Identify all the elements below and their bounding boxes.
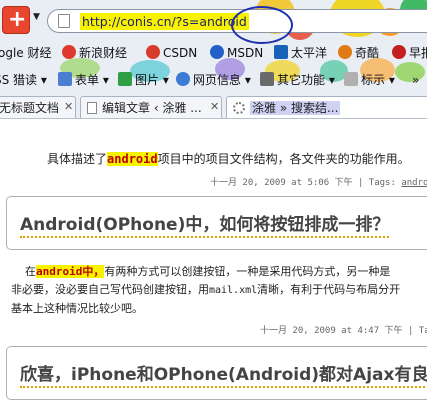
zaobao-icon [392,45,406,59]
search-keyword-highlight: android中， [36,265,105,278]
tab-bar: 无标题文档 ✕ 编辑文章 ‹ 涂雅 ... ✕ 涂雅 » 搜索结... [0,96,427,118]
page-content: 具体描述了android项目中的项目文件结构，各文件夹的功能作用。 十一月 20… [0,118,427,405]
tab-close-icon[interactable]: ✕ [210,100,219,113]
bookmarks-bar: ogle 财经 新浪财经 CSDN MSDN 太平洋 奇酷 早报 [0,43,427,63]
post-excerpt: 具体描述了android项目中的项目文件结构，各文件夹的功能作用。 [47,152,410,166]
post-meta: 十一月 20, 2009 at 4:47 下午 | Tags: [260,326,427,336]
new-tab-button[interactable]: + [2,6,30,34]
url-text[interactable]: http://conis.cn/?s=android [80,13,249,30]
loading-icon [233,102,245,114]
bookmark-msdn[interactable]: MSDN [210,43,263,63]
menu-images[interactable]: 图片 ▾ [118,70,169,90]
tag-link[interactable]: android, [401,178,427,188]
csdn-icon [146,45,160,59]
tab-edit-post[interactable]: 编辑文章 ‹ 涂雅 ... [80,96,222,118]
sina-icon [62,45,76,59]
image-icon [118,72,132,86]
post-meta: 十一月 20, 2009 at 5:06 下午 | Tags: android, [210,175,427,188]
bookmark-sina-finance[interactable]: 新浪财经 [62,43,127,63]
pconline-icon [274,45,288,59]
post-title-link[interactable]: Android(OPhone)中，如何将按钮排成一排？ [20,210,390,238]
search-keyword-highlight: android [107,152,158,166]
menu-page-info[interactable]: 网页信息 ▾ [176,70,251,90]
mark-icon [344,72,358,86]
document-icon [87,102,97,114]
post-card: 欣喜，iPhone和OPhone(Android)都对Ajax有良好 [6,346,427,400]
overflow-chevron-icon[interactable]: » [412,70,419,90]
tools-icon [260,72,274,86]
bookmark-pconline[interactable]: 太平洋 [274,43,327,63]
browser-toolbar: + ▼ http://conis.cn/?s=android ogle 财经 新… [0,0,427,118]
info-icon [176,72,190,86]
bookmark-zaobao[interactable]: 早报 [392,43,427,63]
bookmark-google-finance[interactable]: ogle 财经 [0,43,52,63]
msdn-icon [210,45,224,59]
qiku-icon [338,45,352,59]
page-icon [58,14,70,28]
tools-bar: SS 猎读 ▾ 表单 ▾ 图片 ▾ 网页信息 ▾ 其它功能 ▾ 标示 ▾ » [0,70,427,90]
form-icon [58,72,72,86]
address-bar[interactable]: http://conis.cn/?s=android [47,6,427,44]
post-title-link[interactable]: 欣喜，iPhone和OPhone(Android)都对Ajax有良好 [20,360,427,388]
tab-search-results[interactable]: 涂雅 » 搜索结... [226,96,427,118]
bookmark-qiku[interactable]: 奇酷 [338,43,379,63]
chevron-down-icon[interactable]: ▼ [33,12,40,22]
menu-forms[interactable]: 表单 ▾ [58,70,109,90]
bookmark-csdn[interactable]: CSDN [146,43,197,63]
address-row: + ▼ http://conis.cn/?s=android [0,6,427,44]
post-excerpt: 在android中，有两种方式可以创建按钮，一种是采用代码方式，另一种是 非必要… [11,265,401,315]
menu-other-tools[interactable]: 其它功能 ▾ [260,70,335,90]
menu-rss[interactable]: SS 猎读 ▾ [0,70,47,90]
browser-window: + ▼ http://conis.cn/?s=android ogle 财经 新… [0,0,427,405]
highlight-circle-annotation [231,6,293,44]
tab-close-icon[interactable]: ✕ [64,100,73,113]
plus-icon: + [8,7,27,32]
menu-mark[interactable]: 标示 ▾ [344,70,395,90]
post-card: Android(OPhone)中，如何将按钮排成一排？ [6,196,427,250]
